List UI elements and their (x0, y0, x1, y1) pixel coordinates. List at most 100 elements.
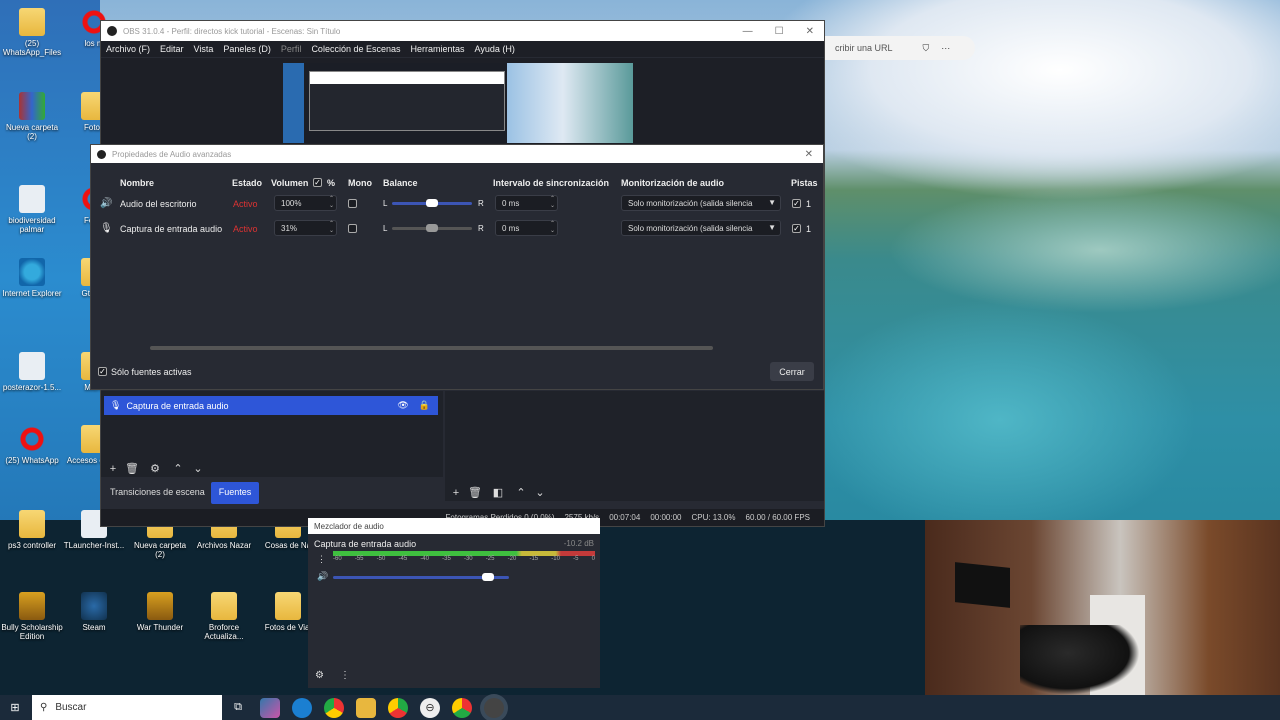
volume-percent-checkbox[interactable]: ✓ (313, 178, 322, 187)
start-windows-icon[interactable]: ⊞ (4, 698, 26, 718)
meter-tick-label: -30 (463, 556, 473, 562)
desktop-icon-label: Steam (82, 623, 106, 632)
desktop-icon[interactable]: Bully Scholarship Edition (0, 592, 64, 641)
sync-offset-input[interactable]: 0 ms ⌃ ⌄ (495, 195, 558, 211)
mixer-titlebar: Mezclador de audio (308, 518, 600, 534)
menu-item[interactable]: Editar (155, 44, 189, 54)
file-explorer-icon[interactable] (356, 697, 376, 718)
mono-checkbox[interactable] (348, 224, 357, 233)
desktop-icon[interactable]: (25) WhatsApp (0, 425, 64, 465)
only-active-checkbox[interactable]: ✓ (98, 367, 107, 376)
channel-menu-icon[interactable]: ⋮ (317, 554, 326, 565)
meter-tick-label: -40 (420, 556, 429, 562)
source-item[interactable]: 🎙 Captura de entrada audio 👁 🔒 (104, 396, 438, 415)
tab-scene-transitions[interactable]: Transiciones de escena (104, 482, 211, 504)
more-icon[interactable]: ··· (941, 43, 950, 53)
remove-source-button[interactable]: 🗑 (125, 462, 139, 476)
monitoring-select[interactable]: Solo monitorización (salida silencia ▼ (621, 220, 781, 236)
monitoring-select[interactable]: Solo monitorización (salida silencia ▼ (621, 195, 781, 211)
desktop-icon[interactable]: Broforce Actualiza... (192, 592, 256, 641)
meter-tick-label: -45 (398, 556, 408, 562)
stepper-icon[interactable]: ⌃ ⌄ (550, 196, 555, 210)
move-down-icon[interactable]: ⌄ (191, 462, 205, 476)
obs-logo-icon (107, 26, 117, 36)
mono-checkbox[interactable] (348, 199, 357, 208)
desktop-icon[interactable]: (25) WhatsApp_Files (0, 8, 64, 57)
scene-filter-icon[interactable]: ◧ (491, 486, 505, 500)
sync-offset-input[interactable]: 0 ms ⌃ ⌄ (495, 220, 558, 236)
menu-item[interactable]: Colección de Escenas (306, 44, 405, 54)
webcam-person (1020, 625, 1140, 695)
desktop-icon-label: Cosas de Na (264, 541, 312, 550)
desktop-icon-label: Archivos Nazar (196, 541, 252, 550)
copilot-icon[interactable] (260, 697, 280, 718)
meter-tick-label: -10 (551, 556, 560, 562)
mixer-menu-icon[interactable]: ⋮ (340, 670, 350, 681)
balance-knob[interactable] (426, 224, 438, 232)
mixer-settings-gear-icon[interactable]: ⚙ (315, 670, 324, 681)
balance-knob[interactable] (426, 199, 438, 207)
track-checkbox[interactable]: ✓ (792, 224, 801, 233)
close-icon[interactable]: ✕ (806, 26, 814, 37)
task-view-icon[interactable]: ⧉ (228, 698, 248, 718)
volume-slider-knob[interactable] (481, 573, 494, 581)
close-button[interactable]: Cerrar (770, 362, 814, 381)
chrome-icon[interactable] (324, 697, 344, 718)
maximize-icon[interactable]: ☐ (775, 26, 784, 37)
stepper-icon[interactable]: ⌃ ⌄ (329, 196, 334, 210)
scene-up-icon[interactable]: ⌃ (514, 486, 528, 500)
desktop-icon[interactable]: Nueva carpeta (2) (0, 92, 64, 141)
column-header-mono: Mono (348, 178, 372, 188)
chrome-alt-icon[interactable] (452, 697, 472, 718)
desktop-icon[interactable]: Steam (62, 592, 126, 632)
visibility-eye-icon[interactable]: 👁 (397, 400, 408, 411)
tab-sources[interactable]: Fuentes (210, 482, 260, 504)
add-source-button[interactable]: + (106, 462, 120, 476)
browser-address-text[interactable]: cribir una URL (835, 43, 893, 53)
desktop-icon[interactable]: War Thunder (128, 592, 192, 632)
opera-icon (19, 425, 45, 453)
menu-item[interactable]: Vista (189, 44, 219, 54)
shield-icon[interactable]: ⛉ (923, 43, 930, 54)
horizontal-scrollbar[interactable] (150, 346, 713, 350)
move-up-icon[interactable]: ⌃ (171, 462, 185, 476)
taskbar-search[interactable]: ⚲ Buscar (32, 695, 222, 720)
balance-slider[interactable] (392, 199, 472, 207)
meter-tick-label: -50 (376, 556, 386, 562)
track-checkbox[interactable]: ✓ (792, 199, 801, 208)
chevron-down-icon: ▼ (768, 198, 776, 207)
desktop-icon-label: biodiversidad palmar (8, 216, 56, 234)
edge-icon[interactable] (292, 697, 312, 718)
close-icon[interactable]: ✕ (805, 149, 813, 160)
stepper-icon[interactable]: ⌃ ⌄ (329, 221, 334, 235)
desktop-icon[interactable]: ps3 controller (0, 510, 64, 550)
desktop-icon[interactable]: biodiversidad palmar (0, 185, 64, 234)
desktop-icon-label: ps3 controller (7, 541, 57, 550)
add-scene-button[interactable]: + (449, 486, 463, 500)
preview-canvas[interactable] (283, 63, 633, 143)
remove-scene-button[interactable]: 🗑 (468, 486, 482, 500)
scene-down-icon[interactable]: ⌄ (533, 486, 547, 500)
preview-area (101, 58, 824, 144)
menu-item[interactable]: Ayuda (H) (470, 44, 520, 54)
meter-tick-label: -15 (529, 556, 539, 562)
obs-taskbar-icon[interactable] (484, 697, 504, 718)
lock-icon[interactable]: 🔒 (419, 400, 430, 411)
volume-input[interactable]: 100% ⌃ ⌄ (274, 195, 337, 211)
balance-slider[interactable] (392, 224, 472, 232)
menu-item[interactable]: Paneles (D) (218, 44, 276, 54)
source-properties-gear-icon[interactable]: ⚙ (148, 462, 162, 476)
menu-item[interactable]: Herramientas (406, 44, 470, 54)
minimize-icon[interactable]: — (743, 26, 753, 37)
menu-item[interactable]: Archivo (F) (101, 44, 155, 54)
menu-item[interactable]: Perfil (276, 44, 307, 54)
desktop-icon[interactable]: posterazor-1.5... (0, 352, 64, 392)
balance-right-label: R (478, 199, 484, 208)
app-icon[interactable]: ⊖ (420, 697, 440, 718)
volume-input[interactable]: 31% ⌃ ⌄ (274, 220, 337, 236)
monitoring-value: Solo monitorización (salida silencia (628, 198, 753, 208)
stepper-icon[interactable]: ⌃ ⌄ (550, 221, 555, 235)
desktop-icon[interactable]: Internet Explorer (0, 258, 64, 298)
chrome-profile-icon[interactable] (388, 697, 408, 718)
speaker-icon[interactable]: 🔊 (317, 571, 328, 582)
